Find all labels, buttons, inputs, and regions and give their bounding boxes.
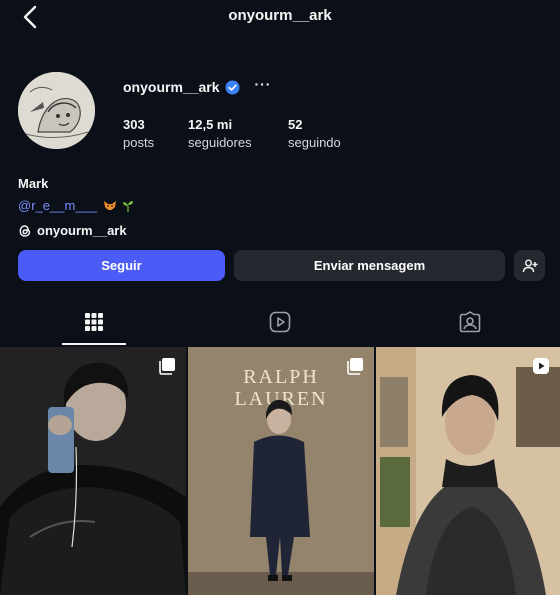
- post-1-photo: [0, 347, 186, 595]
- more-options-button[interactable]: ···: [254, 77, 271, 95]
- post-thumbnail-1[interactable]: [0, 347, 186, 595]
- post-2-sign-ralph: RALPH: [243, 366, 319, 388]
- avatar-sketch-image: [18, 72, 95, 149]
- stat-posts: 303 posts: [123, 116, 154, 152]
- verified-badge-icon: [225, 79, 241, 95]
- follow-button[interactable]: Seguir: [18, 250, 225, 281]
- page-title: onyourm__ark: [228, 7, 332, 24]
- threads-link[interactable]: onyourm__ark: [18, 223, 127, 238]
- stat-followers[interactable]: 12,5 mi seguidores: [188, 116, 252, 152]
- bio-mention-link[interactable]: @r_e__m___: [18, 198, 135, 213]
- add-person-icon: [522, 259, 537, 272]
- posts-grid: RALPH LAUREN: [0, 347, 560, 595]
- stat-following[interactable]: 52 seguindo: [288, 116, 341, 152]
- threads-icon: [19, 224, 31, 237]
- post-thumbnail-2[interactable]: RALPH LAUREN: [188, 347, 374, 595]
- post-2-photo: RALPH LAUREN: [188, 347, 374, 595]
- tab-tagged[interactable]: [438, 298, 502, 345]
- username: onyourm__ark: [123, 79, 220, 95]
- tab-reels[interactable]: [248, 298, 312, 345]
- seedling-emoji-icon: [122, 200, 133, 212]
- stat-followers-label: seguidores: [188, 135, 252, 150]
- profile-tabs: [0, 298, 560, 345]
- bio-mention-text: @r_e__m___: [18, 198, 97, 213]
- suggest-accounts-button[interactable]: [514, 250, 545, 281]
- threads-handle: onyourm__ark: [37, 223, 127, 238]
- stat-posts-label: posts: [123, 135, 155, 150]
- reel-icon: [533, 358, 549, 374]
- carousel-icon: [347, 358, 363, 375]
- carousel-icon: [159, 358, 175, 375]
- post-3-photo: [376, 347, 560, 595]
- fox-emoji-icon: [103, 200, 116, 210]
- tagged-icon: [459, 310, 481, 332]
- grid-icon: [85, 312, 103, 331]
- stat-following-label: seguindo: [288, 135, 341, 150]
- username-row: onyourm__ark ···: [123, 77, 271, 96]
- stat-following-value: 52: [288, 117, 303, 132]
- top-bar: onyourm__ark: [0, 0, 560, 34]
- active-tab-indicator: [62, 343, 126, 345]
- profile-avatar[interactable]: [18, 72, 95, 149]
- stat-posts-value: 303: [123, 117, 145, 132]
- send-message-button[interactable]: Enviar mensagem: [234, 250, 505, 281]
- profile-display-name: Mark: [18, 176, 49, 191]
- tab-posts[interactable]: [62, 298, 126, 345]
- reels-icon: [269, 311, 291, 332]
- post-thumbnail-3[interactable]: [376, 347, 560, 595]
- stat-followers-value: 12,5 mi: [188, 117, 233, 132]
